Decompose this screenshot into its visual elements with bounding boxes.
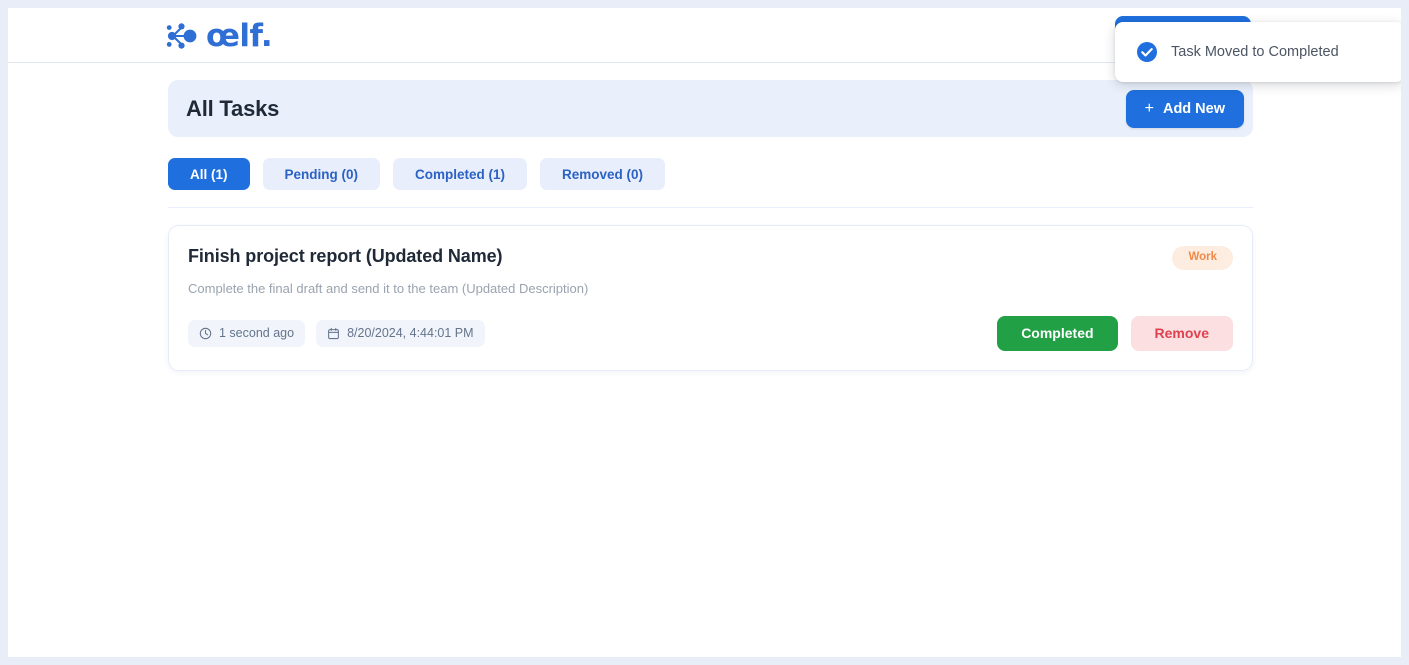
main-content: All Tasks + Add New All (1) Pending (0) … — [168, 80, 1253, 371]
page-title: All Tasks — [186, 95, 280, 121]
task-datetime-text: 8/20/2024, 4:44:01 PM — [347, 326, 474, 340]
aelf-node-cluster-icon — [166, 23, 197, 49]
task-card-footer: 1 second ago 8/20/2024, 4:44:01 PM Compl… — [188, 315, 1233, 351]
plus-icon: + — [1144, 99, 1154, 117]
calendar-icon — [328, 327, 339, 339]
task-card-header: Finish project report (Updated Name) Wor… — [188, 246, 1233, 270]
task-title: Finish project report (Updated Name) — [188, 246, 503, 266]
tab-pending[interactable]: Pending (0) — [262, 158, 381, 190]
brand-wordmark: œlf. — [206, 17, 273, 54]
tab-removed[interactable]: Removed (0) — [540, 158, 666, 190]
check-circle-icon — [1137, 42, 1157, 62]
toast-notification[interactable]: Task Moved to Completed — [1115, 22, 1401, 82]
task-meta-chips: 1 second ago 8/20/2024, 4:44:01 PM — [188, 319, 485, 347]
brand-logo[interactable]: œlf. — [166, 17, 273, 54]
task-action-buttons: Completed Remove — [997, 315, 1233, 351]
task-relative-time-text: 1 second ago — [219, 326, 295, 340]
task-category-badge: Work — [1172, 246, 1233, 270]
filter-tabs: All (1) Pending (0) Completed (1) Remove… — [168, 158, 1253, 208]
clock-icon — [199, 327, 212, 339]
task-card[interactable]: Finish project report (Updated Name) Wor… — [168, 225, 1253, 371]
task-relative-time-chip: 1 second ago — [188, 319, 306, 347]
add-new-button[interactable]: + Add New — [1125, 89, 1244, 128]
task-list-header: All Tasks + Add New — [168, 80, 1253, 137]
add-new-label: Add New — [1162, 100, 1225, 117]
tab-completed[interactable]: Completed (1) — [393, 158, 528, 190]
remove-task-button[interactable]: Remove — [1130, 315, 1233, 351]
tab-all[interactable]: All (1) — [168, 158, 250, 190]
task-datetime-chip: 8/20/2024, 4:44:01 PM — [316, 319, 485, 347]
mark-completed-button[interactable]: Completed — [997, 315, 1118, 351]
task-description: Complete the final draft and send it to … — [188, 280, 589, 296]
toast-message: Task Moved to Completed — [1171, 44, 1339, 60]
page-surface: œlf. All Tasks + Add New All (1) Pending… — [8, 8, 1401, 657]
